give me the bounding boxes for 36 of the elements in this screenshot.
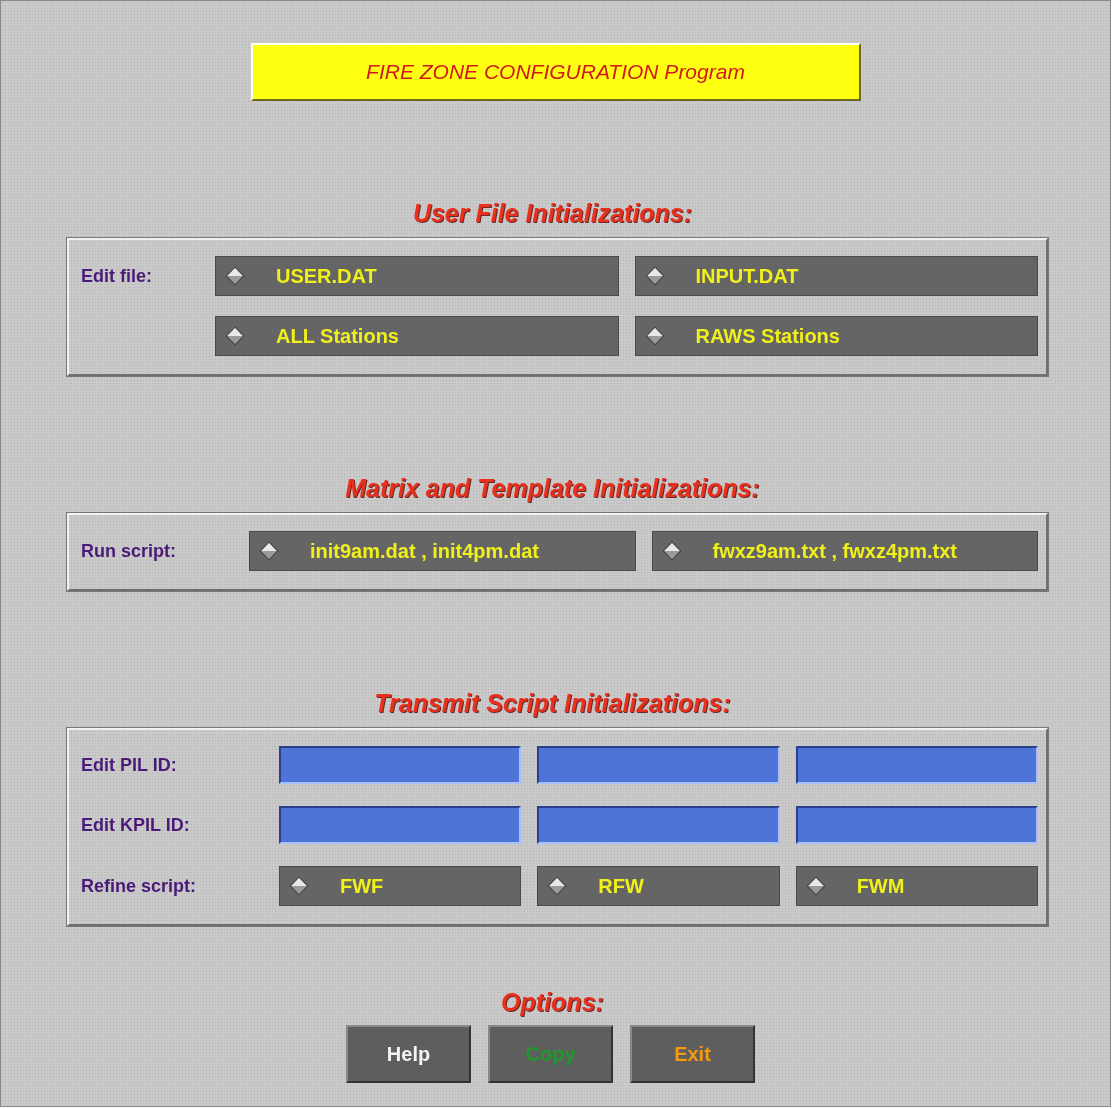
diamond-icon <box>288 875 310 897</box>
row-label: Edit file: <box>81 265 153 287</box>
input-field[interactable] <box>537 806 780 844</box>
diamond-icon <box>643 325 666 347</box>
diamond-icon <box>804 875 827 897</box>
option-button[interactable]: Help <box>346 1025 471 1083</box>
toggle-button[interactable]: init9am.dat , init4pm.dat <box>249 531 636 571</box>
diamond-icon <box>258 540 280 562</box>
input-field[interactable] <box>795 746 1038 784</box>
toggle-button[interactable]: ALL Stations <box>215 316 619 356</box>
toggle-button[interactable]: fwxz9am.txt , fwxz4pm.txt <box>651 531 1038 571</box>
input-field[interactable] <box>795 806 1038 844</box>
row-label: Edit PIL ID: <box>81 754 178 776</box>
row-label: Edit KPIL ID: <box>81 814 191 836</box>
diamond-icon <box>546 875 569 897</box>
toggle-button[interactable]: FWF <box>279 866 522 906</box>
diamond-icon <box>643 265 666 287</box>
toggle-button[interactable]: INPUT.DAT <box>634 256 1038 296</box>
diamond-icon <box>660 540 683 562</box>
diamond-icon <box>224 265 246 287</box>
input-field[interactable] <box>279 806 522 844</box>
row-label: Refine script: <box>81 875 198 897</box>
section-heading: Matrix and Template Initializations: <box>344 474 761 503</box>
toggle-button[interactable]: RFW <box>537 866 780 906</box>
input-field[interactable] <box>537 746 780 784</box>
toggle-button[interactable]: USER.DAT <box>215 256 619 296</box>
input-field[interactable] <box>279 746 522 784</box>
toggle-button[interactable]: FWM <box>795 866 1038 906</box>
section-heading: User File Initializations: <box>411 199 694 228</box>
row-label: Run script: <box>81 540 177 562</box>
option-button[interactable]: Exit <box>630 1025 755 1083</box>
program-title: FIRE ZONE CONFIGURATION Program <box>250 43 861 101</box>
diamond-icon <box>224 325 246 347</box>
section-heading: Options: <box>500 988 605 1017</box>
section-heading: Transmit Script Initializations: <box>373 689 732 718</box>
toggle-button[interactable]: RAWS Stations <box>634 316 1038 356</box>
